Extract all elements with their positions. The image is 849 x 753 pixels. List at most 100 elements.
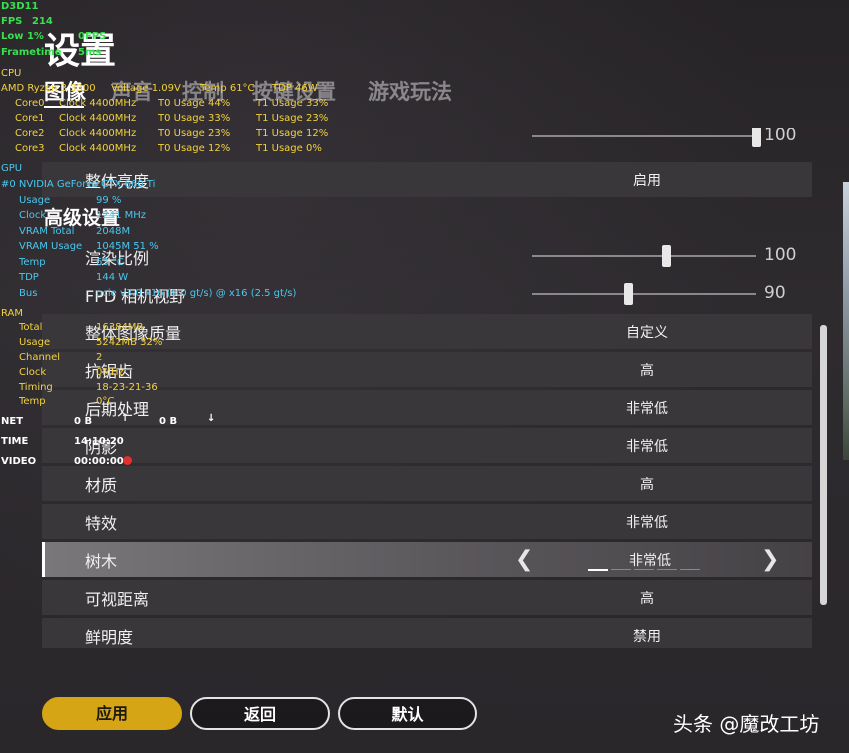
setting-value: 非常低 (629, 553, 671, 569)
osd-gpu-key: VRAM Total (19, 226, 75, 237)
osd-cpu-model: AMD Ryzen 3 3300 (1, 83, 96, 94)
setting-row-effects[interactable]: 特效 非常低 (42, 504, 812, 539)
setting-row-view-distance[interactable]: 可视距离 高 (42, 580, 812, 615)
scrollbar[interactable] (820, 145, 827, 645)
osd-gpu-model: #0 NVIDIA GeForce GTX 660 Ti (1, 179, 156, 190)
osd-gpu-val: 1045M 51 % (96, 241, 159, 252)
setting-value: 高 (640, 477, 654, 493)
osd-ram-key: Total (19, 322, 43, 333)
slider-value: 90 (764, 283, 786, 303)
slider-track (532, 283, 756, 305)
setting-label: 树木 (85, 552, 118, 571)
slider-value: 100 (764, 128, 797, 145)
osd-core-t1: T1 Usage 33% (256, 98, 329, 109)
setting-row-sharpness[interactable]: 鲜明度 禁用 (42, 618, 812, 648)
apply-button[interactable]: 应用 (42, 697, 182, 730)
osd-core-clock: Clock 4400MHz (59, 113, 137, 124)
setting-value: 禁用 (633, 629, 661, 645)
osd-gpu-label: GPU (1, 163, 23, 174)
record-dot-icon (123, 456, 132, 465)
setting-value: 自定义 (626, 325, 668, 341)
osd-core-name: Core1 (15, 113, 45, 124)
osd-gpu-val: 99 % (96, 195, 122, 206)
setting-value: 非常低 (626, 515, 668, 531)
osd-gpu-val: pcie v3.0 x16 (8.0 gt/s) @ x16 (2.5 gt/s… (96, 288, 297, 299)
osd-core-name: Core3 (15, 143, 45, 154)
slider-knob[interactable] (662, 245, 672, 267)
level-segment (634, 569, 654, 570)
osd-ram-val: 18-23-21-36 (96, 382, 158, 393)
osd-frametime-value: 5ms (78, 47, 102, 58)
osd-ram-val: 16384MB (96, 322, 144, 333)
slider-knob[interactable] (624, 283, 634, 305)
slider-track (532, 245, 756, 267)
osd-core-t0: T0 Usage 44% (158, 98, 231, 109)
osd-core-t1: T1 Usage 0% (256, 143, 322, 154)
osd-low-label: Low 1% (1, 31, 44, 42)
osd-ram-key: Usage (19, 337, 51, 348)
chevron-right-icon[interactable]: ❯ (761, 547, 779, 572)
osd-net-label: NET (1, 416, 24, 427)
setting-value: 非常低 (626, 401, 668, 417)
osd-ram-key: Temp (19, 396, 46, 407)
setting-label: 可视距离 (85, 590, 150, 609)
osd-ram-val: 0MHz (96, 367, 124, 378)
osd-core-clock: Clock 4400MHz (59, 128, 137, 139)
osd-ram-key: Channel (19, 352, 61, 363)
back-button[interactable]: 返回 (190, 697, 330, 730)
level-segment (680, 569, 700, 570)
level-segment (611, 569, 631, 570)
slider-track (532, 128, 761, 147)
osd-ram-val: 2 (96, 352, 103, 363)
level-segment (588, 569, 608, 571)
level-segment (657, 569, 677, 570)
osd-gpu-val: 144 W (96, 272, 129, 283)
slider-knob[interactable] (752, 128, 761, 147)
level-indicator (588, 569, 708, 571)
osd-fps-label: FPS (1, 16, 23, 27)
setting-row-textures[interactable]: 材质 高 (42, 466, 812, 501)
osd-low-value: 0FPS (78, 31, 107, 42)
performance-overlay: D3D11 FPS 214 Low 1% 0FPS Frametime 5ms … (0, 0, 340, 470)
osd-core-clock: Clock 4400MHz (59, 98, 137, 109)
arrow-down-icon: ↓ (207, 413, 216, 424)
osd-cpu-label: CPU (1, 68, 22, 79)
osd-gpu-key: Usage (19, 195, 51, 206)
setting-value: 高 (640, 363, 654, 379)
setting-value: 启用 (633, 173, 661, 189)
osd-gpu-val: 63 °C (96, 257, 124, 268)
setting-value: 非常低 (626, 439, 668, 455)
osd-core-t1: T1 Usage 12% (256, 128, 329, 139)
osd-core-t0: T0 Usage 23% (158, 128, 231, 139)
osd-ram-label: RAM (1, 308, 24, 319)
osd-cpu-voltage: Voltage 1.09V (111, 83, 181, 94)
osd-video-value: 00:00:00 (74, 456, 124, 467)
osd-gpu-key: VRAM Usage (19, 241, 83, 252)
osd-fps-value: 214 (32, 16, 53, 27)
osd-video-label: VIDEO (1, 456, 37, 467)
watermark: 头条 @魔改工坊 (673, 712, 820, 736)
default-button[interactable]: 默认 (338, 697, 477, 730)
setting-label: 鲜明度 (85, 628, 134, 647)
osd-time-label: TIME (1, 436, 29, 447)
osd-frametime-label: Frametime (1, 47, 62, 58)
osd-ram-val: 0°C (96, 396, 115, 407)
arrow-up-icon: ↑ (121, 413, 130, 424)
osd-gpu-key: Bus (19, 288, 38, 299)
osd-gpu-key: TDP (19, 272, 39, 283)
osd-cpu-tdp: TDP 46W (272, 83, 318, 94)
osd-gpu-val: 2048M (96, 226, 131, 237)
osd-core-clock: Clock 4400MHz (59, 143, 137, 154)
osd-core-name: Core2 (15, 128, 45, 139)
osd-ram-key: Timing (19, 382, 53, 393)
osd-core-name: Core0 (15, 98, 45, 109)
osd-time-value: 14:10:20 (74, 436, 124, 447)
osd-ram-val: 5242MB 32% (96, 337, 163, 348)
scrollbar-thumb[interactable] (820, 325, 827, 605)
osd-net-up: 0 B (74, 416, 93, 427)
tab-gameplay[interactable]: 游戏玩法 (368, 76, 452, 106)
osd-core-t1: T1 Usage 23% (256, 113, 329, 124)
chevron-left-icon[interactable]: ❮ (515, 547, 533, 572)
setting-row-trees[interactable]: 树木 ❮ 非常低 ❯ (42, 542, 812, 577)
preview-image (843, 182, 849, 460)
